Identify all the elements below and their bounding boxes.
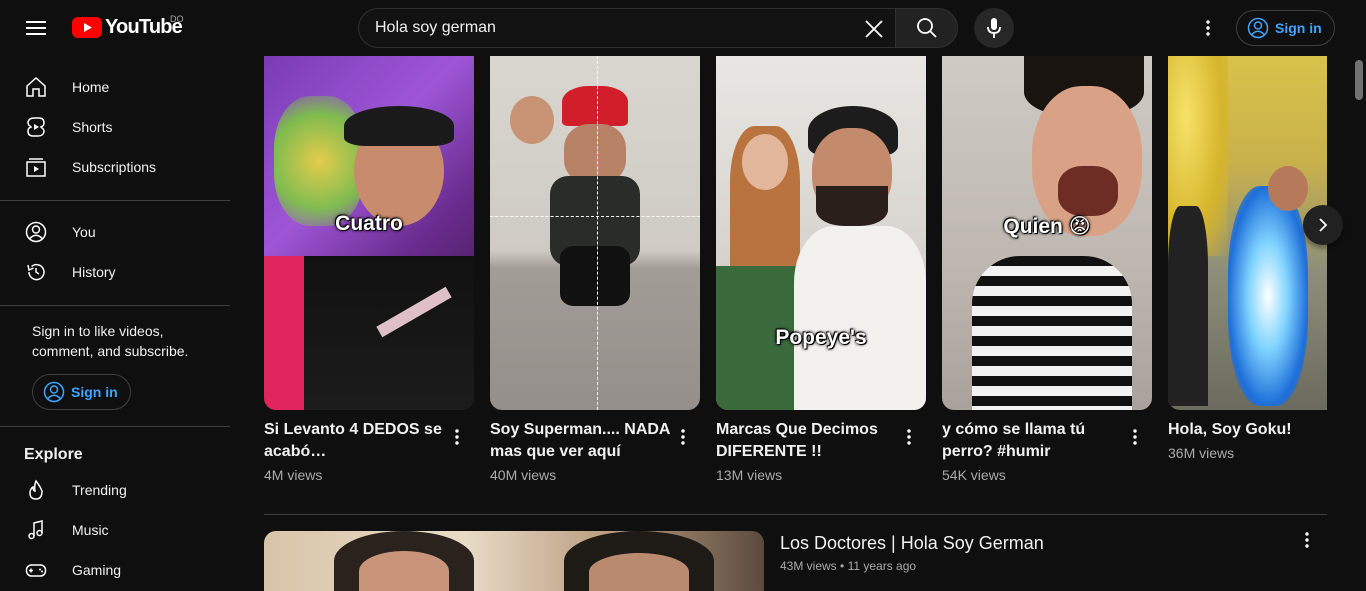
sidebar-item-label: Home [72,79,110,95]
sidebar-item-shorts[interactable]: Shorts [12,107,228,147]
gaming-icon [24,558,48,582]
sidebar-item-label: History [72,264,116,280]
short-thumbnail[interactable]: Cuatro [264,56,474,410]
short-thumbnail[interactable] [490,56,700,410]
sidebar-item-home[interactable]: Home [12,67,228,107]
thumbnail-caption: Popeye's [775,326,867,349]
video-meta: 43M views • 11 years ago [780,559,916,573]
sidebar-item-label: Subscriptions [72,159,157,175]
sidebar-item-history[interactable]: History [12,252,228,292]
microphone-icon [987,18,1001,38]
settings-more-icon[interactable] [1192,12,1224,44]
more-actions-icon[interactable] [671,425,695,449]
more-actions-icon[interactable] [1123,425,1147,449]
search-input[interactable]: Hola soy german [375,19,496,37]
country-code: DO [170,14,184,24]
section-divider [264,514,1327,515]
sidebar-item-gaming[interactable]: Gaming [12,550,228,590]
short-views: 4M views [264,467,323,483]
account-circle-icon [1247,17,1269,39]
sidebar-item-music[interactable]: Music [12,510,228,550]
video-title[interactable]: Los Doctores | Hola Soy German [780,533,1044,554]
sidebar-item-label: You [72,224,96,240]
sidebar-divider [0,426,230,427]
search-box[interactable]: Hola soy german [358,8,896,48]
more-actions-icon[interactable] [445,425,469,449]
sidebar-item-label: Music [72,522,109,538]
short-title[interactable]: Hola, Soy Goku! [1168,419,1327,441]
short-views: 13M views [716,467,783,483]
clear-search-icon[interactable] [858,13,890,45]
short-thumbnail[interactable]: Quien 😡 [942,56,1152,410]
shorts-icon [24,115,48,139]
explore-heading: Explore [24,446,83,463]
account-circle-icon [43,381,65,403]
sidebar-item-label: Shorts [72,119,113,135]
chevron-right-icon [1319,218,1328,232]
sign-in-label: Sign in [1275,20,1322,36]
short-title[interactable]: y cómo se llama tú perro? #humir #germa… [942,419,1122,463]
scrollbar-thumb[interactable] [1355,60,1363,100]
short-thumbnail[interactable]: Popeye's [716,56,926,410]
thumbnail-caption: Cuatro [335,212,403,235]
top-bar: YouTube DO Hola soy german Sign in [0,0,1366,56]
more-actions-icon[interactable] [1295,528,1319,552]
music-icon [24,518,48,542]
hamburger-menu-icon[interactable] [20,12,52,44]
home-icon [24,75,48,99]
subscriptions-icon [24,155,48,179]
thumbnail-caption: Quien 😡 [1003,215,1091,238]
video-age: 11 years ago [847,559,917,573]
short-title[interactable]: Si Levanto 4 DEDOS se acabó… [264,419,444,463]
short-views: 40M views [490,467,557,483]
search-button[interactable] [895,8,958,48]
meta-separator: • [840,559,845,573]
shelf-next-button[interactable] [1303,205,1343,245]
sign-in-button[interactable]: Sign in [1236,10,1335,46]
page-scrollbar[interactable] [1352,56,1366,581]
sign-in-prompt: Sign in to like videos, comment, and sub… [32,323,189,359]
more-actions-icon[interactable] [897,425,921,449]
search-icon [916,18,937,38]
short-title[interactable]: Marcas Que Decimos DIFERENTE !! [716,419,896,463]
youtube-logo[interactable]: YouTube DO [72,14,184,39]
short-title[interactable]: Soy Superman.... NADA mas que ver aquí [490,419,670,463]
you-icon [24,220,48,244]
trending-icon [24,478,48,502]
sign-in-label: Sign in [71,384,118,400]
sidebar-sign-in-button[interactable]: Sign in [32,374,131,410]
short-views: 36M views [1168,445,1235,461]
sidebar-item-label: Gaming [72,562,122,578]
youtube-play-icon [72,17,102,38]
sidebar-item-trending[interactable]: Trending [12,470,228,510]
video-thumbnail[interactable] [264,531,764,591]
sidebar-item-you[interactable]: You [12,212,228,252]
sidebar-divider [0,305,230,306]
sidebar-item-subscriptions[interactable]: Subscriptions [12,147,228,187]
short-views: 54K views [942,467,1006,483]
sidebar-item-label: Trending [72,482,127,498]
sidebar: Home Shorts Subscriptions You History Si… [0,56,240,581]
short-card[interactable]: Hola, Soy Goku! 36M views [1168,56,1327,486]
history-icon [24,260,48,284]
short-thumbnail[interactable] [1168,56,1327,410]
video-views: 43M views [780,559,837,573]
voice-search-button[interactable] [974,8,1014,48]
sidebar-divider [0,200,230,201]
